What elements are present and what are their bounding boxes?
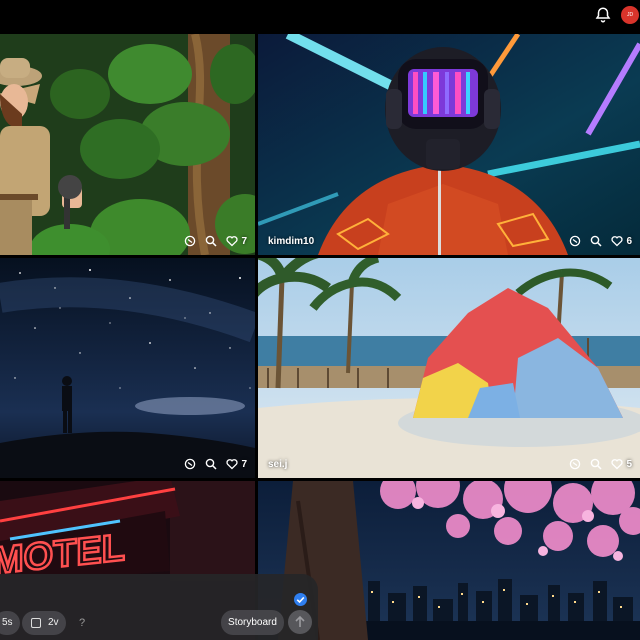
like-button[interactable]: 7 [226,458,247,470]
like-count: 7 [241,458,247,470]
shaved-ice-thumbnail [258,258,640,478]
remix-icon[interactable] [184,235,196,247]
help-button[interactable]: ? [70,611,94,635]
arrow-up-icon [295,615,305,627]
avatar[interactable]: JD [621,6,639,24]
search-icon[interactable] [590,458,602,470]
neon-helmet-thumbnail [258,34,640,255]
like-count: 5 [626,458,632,470]
bell-icon[interactable] [594,6,612,24]
top-bar: JD [0,0,640,32]
author-name[interactable]: kimdim10 [268,236,314,247]
like-count: 6 [626,235,632,247]
tile-actions: 5 [569,458,632,470]
search-icon[interactable] [205,458,217,470]
video-tile-shaved-ice[interactable]: sei.j 5 [258,258,640,478]
variations-icon [31,618,41,628]
heart-icon [611,459,624,470]
checkmark-icon[interactable] [294,593,307,606]
like-count: 7 [241,235,247,247]
heart-icon [226,459,239,470]
search-icon[interactable] [205,235,217,247]
heart-icon [226,236,239,247]
heart-icon [611,236,624,247]
video-tile-starry-night[interactable]: 7 [0,258,255,478]
variations-button[interactable]: 2v [22,611,66,635]
like-button[interactable]: 5 [611,458,632,470]
like-button[interactable]: 6 [611,235,632,247]
starry-night-thumbnail [0,258,255,478]
tile-actions: 7 [184,458,247,470]
tile-actions: 6 [569,235,632,247]
video-tile-neon-helmet[interactable]: kimdim10 6 [258,34,640,255]
remix-icon[interactable] [569,235,581,247]
remix-icon[interactable] [184,458,196,470]
variations-label: 2v [48,617,59,628]
author-name[interactable]: sei.j [268,459,287,470]
video-tile-jungle-explorer[interactable]: 7 [0,34,255,255]
jungle-explorer-thumbnail [0,34,255,255]
tile-actions: 7 [184,235,247,247]
duration-label: 5s [2,617,13,628]
like-button[interactable]: 7 [226,235,247,247]
search-icon[interactable] [590,235,602,247]
remix-icon[interactable] [569,458,581,470]
storyboard-button[interactable]: Storyboard [221,610,284,635]
submit-button[interactable] [288,610,312,634]
